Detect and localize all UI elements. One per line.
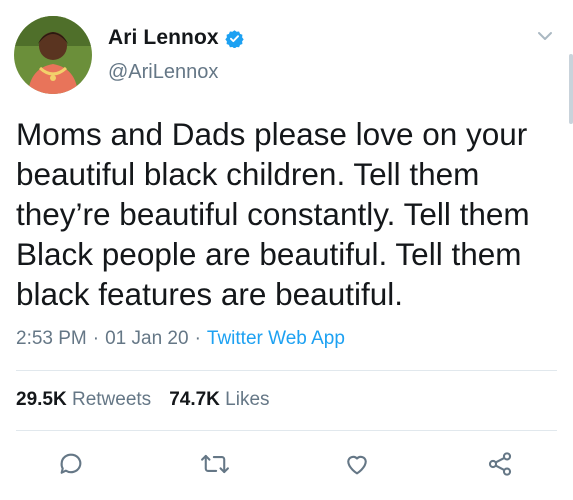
meta-separator: · bbox=[194, 328, 201, 349]
chevron-down-icon[interactable] bbox=[537, 30, 553, 42]
user-handle[interactable]: @AriLennox bbox=[108, 61, 218, 84]
divider bbox=[16, 370, 557, 371]
reply-button[interactable] bbox=[55, 448, 87, 480]
share-icon bbox=[488, 452, 512, 476]
retweet-icon bbox=[201, 454, 229, 474]
avatar-photo bbox=[14, 16, 92, 94]
tweet-date[interactable]: 01 Jan 20 bbox=[105, 328, 188, 349]
scrollbar[interactable] bbox=[569, 54, 573, 124]
tweet-card: Ari Lennox @AriLennox Moms and Dads plea… bbox=[0, 0, 573, 500]
comment-icon bbox=[60, 453, 82, 474]
tweet-source-link[interactable]: Twitter Web App bbox=[207, 328, 345, 349]
retweets-label: Retweets bbox=[71, 389, 152, 410]
share-button[interactable] bbox=[484, 448, 516, 480]
likes-stat[interactable]: 74.7K Likes bbox=[169, 389, 269, 410]
display-name[interactable]: Ari Lennox bbox=[108, 26, 219, 50]
retweet-button[interactable] bbox=[199, 448, 231, 480]
meta-separator: · bbox=[92, 328, 100, 349]
action-bar bbox=[0, 448, 573, 484]
tweet-time[interactable]: 2:53 PM bbox=[16, 328, 87, 349]
likes-label: Likes bbox=[225, 389, 270, 410]
avatar[interactable] bbox=[14, 16, 92, 94]
tweet-meta: 2:53 PM · 01 Jan 20 · Twitter Web App bbox=[16, 328, 345, 350]
heart-icon bbox=[347, 455, 367, 475]
retweets-stat[interactable]: 29.5K Retweets bbox=[16, 389, 151, 410]
like-button[interactable] bbox=[341, 448, 373, 480]
tweet-stats: 29.5K Retweets 74.7K Likes bbox=[16, 389, 270, 411]
verified-badge-icon bbox=[225, 29, 244, 49]
retweets-count: 29.5K bbox=[16, 389, 67, 410]
divider bbox=[16, 430, 557, 431]
likes-count: 74.7K bbox=[169, 389, 220, 410]
author-name-row: Ari Lennox bbox=[108, 26, 244, 50]
tweet-text: Moms and Dads please love on your beauti… bbox=[16, 116, 530, 312]
